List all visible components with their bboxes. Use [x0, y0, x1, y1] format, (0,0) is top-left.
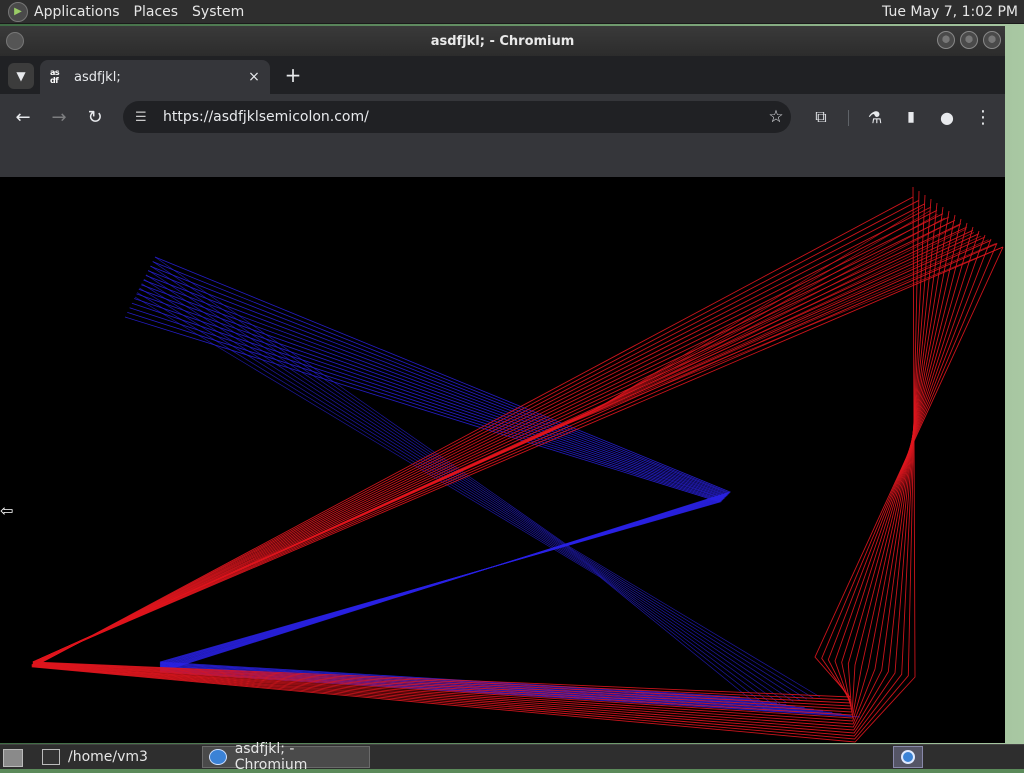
top-panel: ▶ Applications Places System Tue May 7, …	[0, 0, 1024, 24]
os-logo-icon[interactable]: ▶	[8, 1, 28, 22]
site-favicon-icon: as df	[50, 68, 60, 85]
bottom-panel: /home/vm3 asdfjkl; - Chromium	[0, 741, 1024, 773]
bookmark-star-icon[interactable]: ☆	[761, 107, 791, 127]
reload-icon[interactable]: ↻	[80, 102, 110, 132]
minimize-button[interactable]	[937, 31, 955, 49]
art-line	[131, 302, 768, 702]
side-panel-icon[interactable]: ▮	[896, 102, 926, 132]
art-line	[148, 270, 801, 701]
site-info-icon[interactable]: ☰	[135, 110, 155, 125]
task-label: asdfjkl; - Chromium	[234, 741, 308, 773]
profile-avatar-icon[interactable]: ●	[932, 102, 962, 132]
page-content[interactable]	[0, 177, 1005, 743]
mouse-cursor-icon: ⇦	[0, 501, 14, 520]
terminal-icon	[42, 749, 60, 765]
new-tab-plus-icon[interactable]: +	[282, 64, 304, 86]
art-line	[31, 194, 926, 737]
browser-menu-icon[interactable]: ⋮	[968, 102, 998, 132]
close-window-button[interactable]	[983, 31, 1001, 49]
back-arrow-icon[interactable]: ←	[8, 102, 38, 132]
chromium-icon	[209, 749, 227, 765]
task-terminal[interactable]: /home/vm3	[36, 746, 196, 768]
browser-window: asdfjkl; - Chromium ▼ as df asdfjkl; × +…	[0, 26, 1005, 743]
art-line	[129, 307, 759, 701]
art-line	[154, 256, 821, 698]
forward-arrow-icon[interactable]: →	[44, 102, 74, 132]
art-line	[150, 265, 807, 700]
toolbar-separator	[848, 110, 849, 126]
art-line	[32, 226, 974, 713]
labs-flask-icon[interactable]: ⚗	[860, 102, 890, 132]
tab-asdfjkl[interactable]: as df asdfjkl; ×	[40, 60, 270, 94]
art-line	[127, 312, 750, 699]
art-line	[145, 274, 794, 702]
art-line	[154, 256, 861, 718]
menu-applications[interactable]: Applications	[34, 4, 120, 20]
window-titlebar[interactable]: asdfjkl; - Chromium	[0, 26, 1005, 56]
tab-title: asdfjkl;	[74, 69, 121, 85]
bookmarks-bar	[0, 140, 1005, 178]
window-menu-icon[interactable]	[6, 32, 24, 50]
art-line	[31, 198, 932, 734]
menu-system[interactable]: System	[192, 4, 244, 20]
browser-toolbar: ← → ↻ ☰ https://asdfjklsemicolon.com/ ☆ …	[0, 94, 1005, 140]
tab-strip: ▼ as df asdfjkl; × +	[0, 56, 1005, 94]
task-label: /home/vm3	[68, 749, 148, 765]
art-line	[32, 206, 924, 663]
art-line	[32, 246, 1004, 698]
tray-chromium-icon[interactable]	[893, 746, 923, 768]
url-text[interactable]: https://asdfjklsemicolon.com/	[163, 109, 761, 125]
clock[interactable]: Tue May 7, 1:02 PM	[882, 4, 1018, 20]
tab-close-icon[interactable]: ×	[244, 69, 264, 85]
line-art-canvas[interactable]	[0, 177, 1005, 743]
menu-places[interactable]: Places	[134, 4, 179, 20]
maximize-button[interactable]	[960, 31, 978, 49]
window-title: asdfjkl; - Chromium	[430, 33, 575, 49]
address-bar[interactable]: ☰ https://asdfjklsemicolon.com/ ☆	[123, 101, 791, 133]
tab-search-chevron-down-icon[interactable]: ▼	[8, 63, 34, 89]
extensions-puzzle-icon[interactable]: ⧉	[806, 102, 836, 132]
show-desktop-icon[interactable]	[3, 749, 23, 767]
art-line	[31, 210, 950, 725]
art-line	[150, 265, 842, 715]
task-chromium[interactable]: asdfjkl; - Chromium	[202, 741, 370, 773]
